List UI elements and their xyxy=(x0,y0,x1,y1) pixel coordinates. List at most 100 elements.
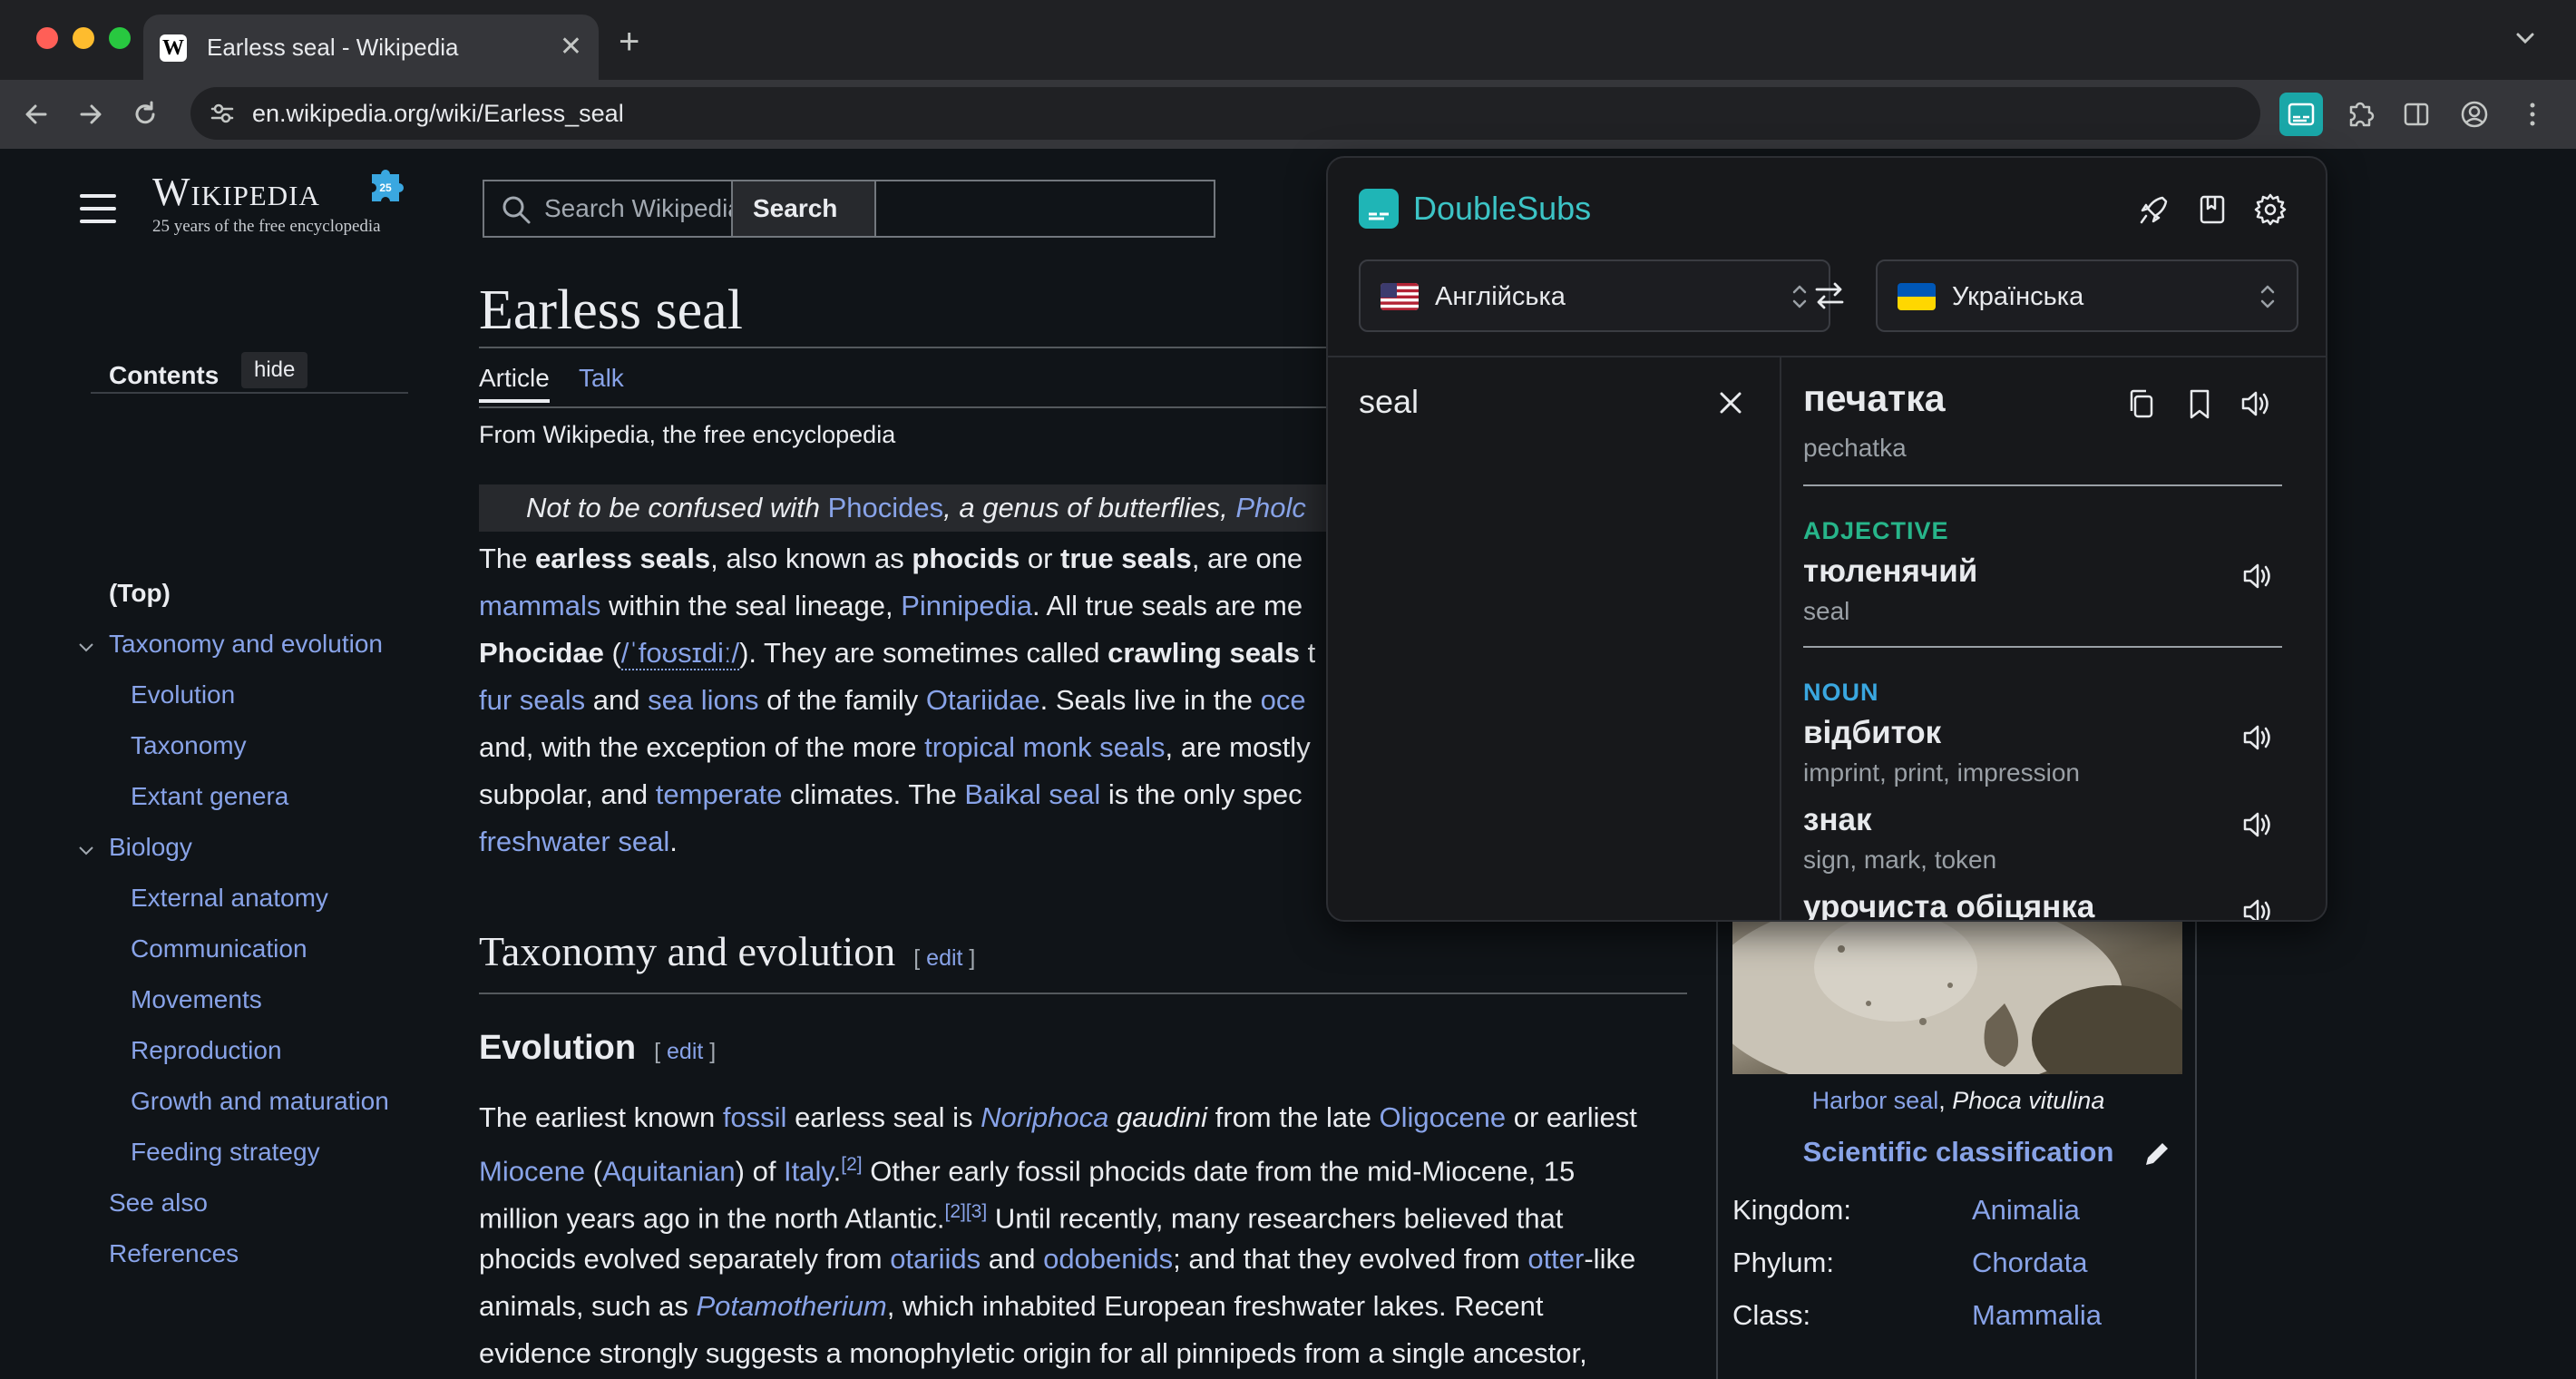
class-value-link[interactable]: Mammalia xyxy=(1972,1299,2102,1332)
browser-menu-icon[interactable] xyxy=(2513,94,2552,134)
toc-item-see-also[interactable]: See also xyxy=(109,1188,208,1218)
phylum-value-link[interactable]: Chordata xyxy=(1972,1247,2088,1279)
toc-item-external-anatomy[interactable]: External anatomy xyxy=(131,884,328,913)
doublesubs-extension-button[interactable] xyxy=(2279,93,2323,136)
window-minimize-button[interactable] xyxy=(73,27,94,49)
edit-pencil-icon[interactable] xyxy=(2141,1138,2173,1170)
lead-line: fur seals and sea lions of the family Ot… xyxy=(479,684,1306,716)
temperate-link[interactable]: temperate xyxy=(656,778,783,810)
search-button[interactable]: Search xyxy=(731,180,876,238)
toc-item-references[interactable]: References xyxy=(109,1239,239,1268)
ipa-link[interactable]: /ˈfoʊsɪdiː/ xyxy=(620,637,740,670)
evolution-line: phocids evolved separately from otariids… xyxy=(479,1243,1636,1275)
tab-article[interactable]: Article xyxy=(479,357,550,403)
chevron-down-icon[interactable] xyxy=(78,846,94,856)
saved-words-icon[interactable] xyxy=(2193,191,2231,229)
harbor-seal-link[interactable]: Harbor seal xyxy=(1812,1087,1939,1114)
tab-talk[interactable]: Talk xyxy=(579,357,624,399)
ukraine-flag-icon xyxy=(1898,283,1936,310)
speaker-icon[interactable] xyxy=(2239,806,2277,844)
speaker-icon[interactable] xyxy=(2239,893,2277,922)
target-language-select[interactable]: Українська xyxy=(1876,259,2298,332)
citation-link[interactable]: [2] xyxy=(841,1154,862,1175)
toc-item-reproduction[interactable]: Reproduction xyxy=(131,1036,282,1065)
potamotherium-link[interactable]: Potamotherium xyxy=(697,1290,887,1322)
speaker-icon[interactable] xyxy=(2239,557,2277,595)
clear-close-icon[interactable] xyxy=(1716,388,1745,417)
site-settings-icon[interactable] xyxy=(209,100,236,127)
otariids-link[interactable]: otariids xyxy=(890,1243,981,1275)
baikal-seal-link[interactable]: Baikal seal xyxy=(964,778,1100,810)
wikipedia-tagline: 25 years of the free encyclopedia xyxy=(152,217,381,236)
sea-lions-link[interactable]: sea lions xyxy=(648,684,758,716)
speaker-icon[interactable] xyxy=(2237,385,2275,423)
toc-item-movements[interactable]: Movements xyxy=(131,985,262,1014)
toc-item-extant-genera[interactable]: Extant genera xyxy=(131,782,288,811)
main-menu-icon[interactable] xyxy=(80,194,116,223)
toc-item-taxonomy[interactable]: Taxonomy xyxy=(131,731,247,760)
anniversary-puzzle-icon: 25 xyxy=(372,170,404,201)
toc-item-evolution[interactable]: Evolution xyxy=(131,680,235,709)
edit-subsection-link[interactable]: edit xyxy=(667,1039,703,1064)
speaker-icon[interactable] xyxy=(2239,719,2277,757)
window-zoom-button[interactable] xyxy=(109,27,131,49)
doublesubs-title: DoubleSubs xyxy=(1413,190,1592,227)
toc-hide-button[interactable]: hide xyxy=(241,352,308,388)
toc-item-feeding-strategy[interactable]: Feeding strategy xyxy=(131,1138,320,1167)
citation-link[interactable]: [2][3] xyxy=(945,1201,988,1222)
phocides-link[interactable]: Phocides xyxy=(828,492,944,523)
italy-link[interactable]: Italy xyxy=(784,1155,834,1187)
tropical-monk-seals-link[interactable]: tropical monk seals xyxy=(924,731,1165,763)
forward-icon[interactable] xyxy=(74,98,107,131)
side-panel-icon[interactable] xyxy=(2396,94,2436,134)
rocket-icon[interactable] xyxy=(2135,191,2173,229)
toc-item-growth-and-maturation[interactable]: Growth and maturation xyxy=(131,1087,389,1116)
noriphoca-link[interactable]: Noriphoca xyxy=(981,1101,1108,1133)
wikipedia-logo[interactable]: Wikipedia 25 25 years of the free encycl… xyxy=(152,169,404,238)
result-divider xyxy=(1803,484,2282,486)
odobenids-link[interactable]: odobenids xyxy=(1043,1243,1173,1275)
mammals-link[interactable]: mammals xyxy=(479,590,600,621)
pholc-link[interactable]: Pholc xyxy=(1235,492,1306,523)
svg-text:25: 25 xyxy=(379,181,392,194)
edit-section-link[interactable]: edit xyxy=(926,945,962,971)
oligocene-link[interactable]: Oligocene xyxy=(1380,1101,1507,1133)
toc-item-communication[interactable]: Communication xyxy=(131,934,307,963)
profile-icon[interactable] xyxy=(2454,94,2494,134)
toc-item-top[interactable]: (Top) xyxy=(109,579,171,608)
otariidae-link[interactable]: Otariidae xyxy=(926,684,1040,716)
source-text-input[interactable]: seal xyxy=(1359,383,1419,421)
freshwater-seal-link[interactable]: freshwater seal xyxy=(479,826,669,857)
toc-item-biology[interactable]: Biology xyxy=(109,833,192,862)
copy-icon[interactable] xyxy=(2122,385,2161,423)
window-close-button[interactable] xyxy=(36,27,58,49)
bookmark-icon[interactable] xyxy=(2181,385,2219,423)
reload-icon[interactable] xyxy=(129,98,161,131)
address-bar[interactable]: en.wikipedia.org/wiki/Earless_seal xyxy=(190,87,2260,140)
tab-search-chevron-icon[interactable] xyxy=(2511,24,2540,53)
scientific-classification-heading[interactable]: Scientific classification xyxy=(1718,1136,2199,1169)
kingdom-value-link[interactable]: Animalia xyxy=(1972,1194,2080,1227)
table-of-contents: Contents hide (Top) Taxonomy and evoluti… xyxy=(79,348,408,1267)
otter-link[interactable]: otter xyxy=(1527,1243,1584,1275)
class-label: Class: xyxy=(1732,1299,1811,1331)
ocean-link[interactable]: oce xyxy=(1261,684,1306,716)
browser-tab[interactable]: W Earless seal - Wikipedia ✕ xyxy=(143,15,599,80)
settings-gear-icon[interactable] xyxy=(2251,191,2289,229)
aquitanian-link[interactable]: Aquitanian xyxy=(602,1155,736,1187)
miocene-link[interactable]: Miocene xyxy=(479,1155,585,1187)
translation-gloss: seal xyxy=(1803,597,1850,625)
tab-close-icon[interactable]: ✕ xyxy=(560,31,582,64)
extensions-puzzle-icon[interactable] xyxy=(2340,94,2380,134)
phylum-label: Phylum: xyxy=(1732,1247,1834,1278)
back-icon[interactable] xyxy=(20,98,53,131)
pinnipedia-link[interactable]: Pinnipedia xyxy=(901,590,1032,621)
fossil-link[interactable]: fossil xyxy=(723,1101,787,1133)
source-language-select[interactable]: Англійська xyxy=(1359,259,1830,332)
fur-seals-link[interactable]: fur seals xyxy=(479,684,585,716)
new-tab-button[interactable]: + xyxy=(619,24,639,60)
chevron-down-icon[interactable] xyxy=(78,642,94,653)
image-caption: Harbor seal, Phoca vitulina xyxy=(1811,1087,2105,1114)
toc-item-taxonomy-and-evolution[interactable]: Taxonomy and evolution xyxy=(109,630,383,659)
swap-languages-icon[interactable] xyxy=(1810,276,1849,316)
